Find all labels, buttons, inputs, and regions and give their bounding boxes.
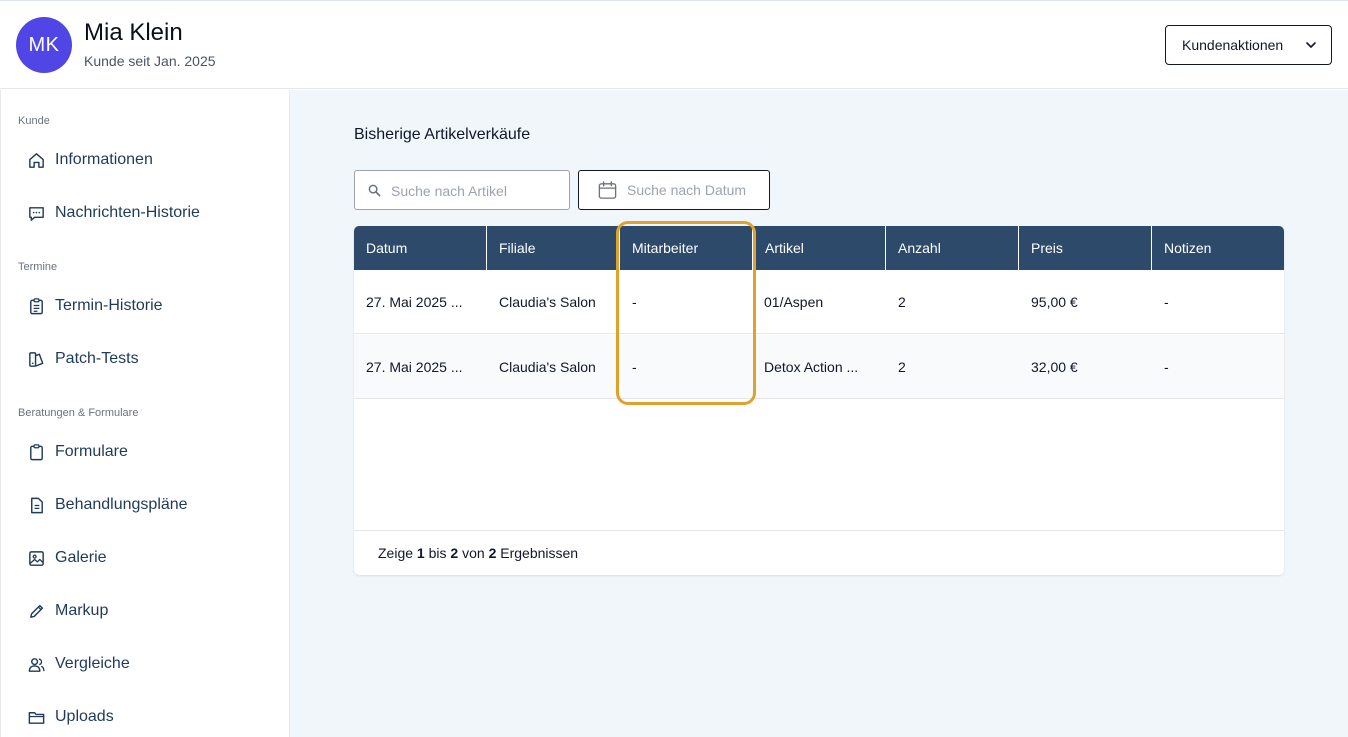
sidebar: Kunde Informationen Nachrichten-Historie… [0,90,290,737]
sidebar-section-kunde: Kunde [18,115,50,127]
cell-notizen: - [1164,359,1169,375]
cell-anzahl: 2 [898,294,906,310]
cell-datum: 27. Mai 2025 ... [366,359,463,375]
column-header-anzahl[interactable]: Anzahl [886,226,1019,270]
summary-mid1: bis [428,545,447,561]
sidebar-item-patch-tests[interactable]: Patch-Tests [27,347,139,371]
sidebar-item-label: Informationen [55,151,153,168]
page-title: Bisherige Artikelverkäufe [354,126,531,143]
sidebar-item-label: Formulare [55,443,128,460]
sidebar-item-termin-historie[interactable]: Termin-Historie [27,294,163,318]
summary-from: 1 [416,545,425,561]
sidebar-item-informationen[interactable]: Informationen [27,148,153,172]
search-icon [368,184,381,197]
swatch-icon [29,351,44,367]
cell-filiale: Claudia's Salon [499,359,596,375]
column-header-filiale[interactable]: Filiale [487,226,620,270]
cell-notizen: - [1164,294,1169,310]
article-search-field[interactable] [354,170,570,210]
main-content: Bisherige Artikelverkäufe Suche nach Dat… [290,90,1348,737]
sidebar-item-label: Galerie [55,549,107,566]
column-header-preis[interactable]: Preis [1019,226,1152,270]
sidebar-item-behandlungsplaene[interactable]: Behandlungspläne [27,493,188,517]
customer-since: Kunde seit Jan. 2025 [84,53,216,69]
customer-name: Mia Klein [84,19,183,46]
sidebar-item-label: Patch-Tests [55,350,139,367]
column-header-notizen[interactable]: Notizen [1152,226,1284,270]
sidebar-item-label: Behandlungspläne [55,496,188,513]
sidebar-item-label: Vergleiche [55,655,130,672]
cell-anzahl: 2 [898,359,906,375]
customer-header: MK Mia Klein Kunde seit Jan. 2025 Kunden… [0,1,1348,89]
customer-actions-label: Kundenaktionen [1182,37,1284,53]
sidebar-item-markup[interactable]: Markup [27,599,108,623]
summary-mid2: von [462,545,485,561]
column-header-artikel[interactable]: Artikel [753,226,886,270]
sidebar-item-galerie[interactable]: Galerie [27,546,107,570]
summary-total: 2 [488,545,497,561]
home-icon [29,152,44,168]
cell-datum: 27. Mai 2025 ... [366,294,463,310]
column-header-datum[interactable]: Datum [354,226,487,270]
pagination-summary: Zeige 1 bis 2 von 2 Ergebnissen [354,530,1284,575]
sidebar-section-beratungen: Beratungen & Formulare [18,407,139,419]
sidebar-item-label: Markup [55,602,109,619]
date-search-button[interactable]: Suche nach Datum [578,170,770,210]
customer-actions-button[interactable]: Kundenaktionen [1165,25,1332,65]
sidebar-item-formulare[interactable]: Formulare [27,440,128,464]
table-row[interactable]: 27. Mai 2025 ... Claudia's Salon - 01/As… [354,270,1284,334]
cell-preis: 32,00 € [1031,359,1078,375]
summary-to: 2 [450,545,459,561]
clipboard-icon [30,443,43,460]
sidebar-item-uploads[interactable]: Uploads [27,705,114,729]
column-header-mitarbeiter[interactable]: Mitarbeiter [620,226,753,270]
chat-icon [29,206,44,221]
pencil-icon [30,604,44,618]
folder-icon [28,711,45,724]
sales-table: Datum Filiale Mitarbeiter Artikel Anzahl… [354,226,1284,575]
summary-suffix: Ergebnissen [500,545,579,561]
cell-preis: 95,00 € [1031,294,1078,310]
sidebar-item-label: Nachrichten-Historie [55,204,200,221]
cell-artikel: 01/Aspen [764,294,824,310]
sidebar-item-vergleiche[interactable]: Vergleiche [27,652,130,676]
calendar-icon [598,181,617,199]
sidebar-section-termine: Termine [18,261,58,273]
table-header: Datum Filiale Mitarbeiter Artikel Anzahl… [354,226,1284,270]
date-search-label: Suche nach Datum [627,182,747,198]
image-icon [29,550,44,566]
sidebar-item-label: Termin-Historie [55,297,163,314]
cell-mitarbeiter: - [632,359,637,375]
table-row[interactable]: 27. Mai 2025 ... Claudia's Salon - Detox… [354,335,1284,399]
document-icon [31,497,43,513]
chevron-down-icon [1306,42,1316,48]
article-search-input[interactable] [391,181,561,201]
sidebar-item-label: Uploads [55,708,114,725]
avatar: MK [16,17,72,73]
cell-mitarbeiter: - [632,294,637,310]
cell-artikel: Detox Action ... [764,359,859,375]
users-icon [28,657,45,672]
clipboard-list-icon [30,297,43,314]
sidebar-item-nachrichten-historie[interactable]: Nachrichten-Historie [27,201,200,225]
summary-prefix: Zeige [378,545,414,561]
cell-filiale: Claudia's Salon [499,294,596,310]
